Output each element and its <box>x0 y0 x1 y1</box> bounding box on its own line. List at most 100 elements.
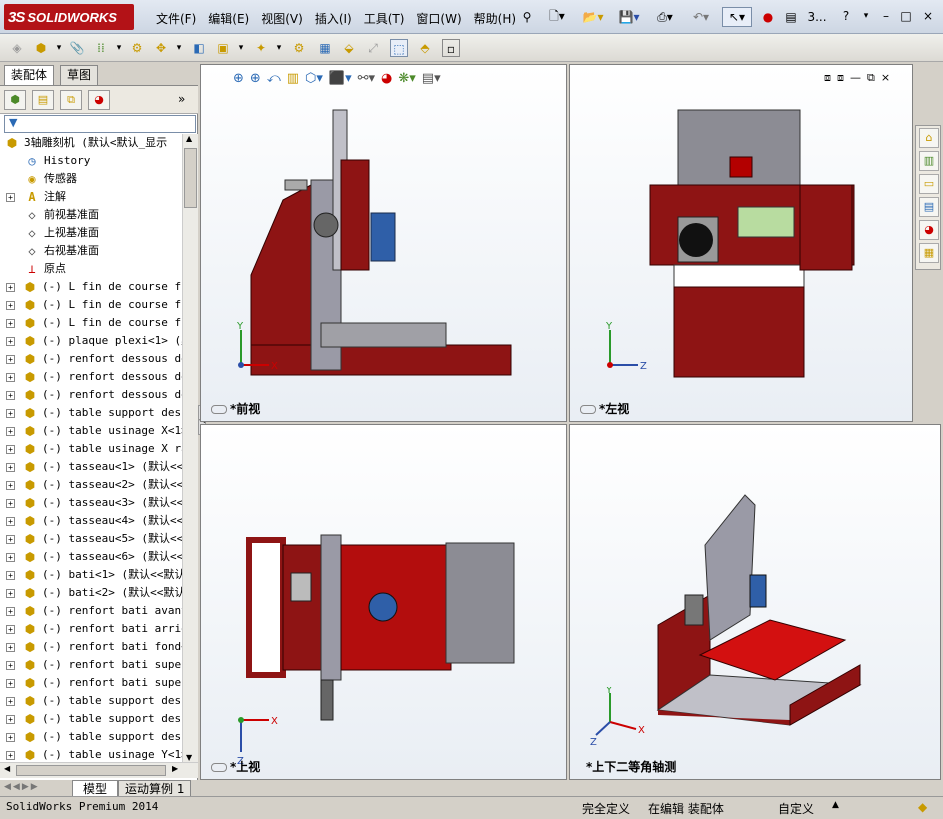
tree-item-component[interactable]: + ⬢ (-) table support des X <box>0 692 182 710</box>
smart-fasteners-icon[interactable]: ⚙ <box>128 39 146 57</box>
tree-item-component[interactable]: + ⬢ (-) L fin de course fix <box>0 278 182 296</box>
scrollbar-thumb[interactable] <box>184 148 197 208</box>
quick-tips-icon[interactable]: ◆ <box>918 800 927 814</box>
dropdown-arrow-icon[interactable]: ▾ <box>170 39 188 57</box>
menu-help[interactable]: 帮助(H) <box>468 8 522 29</box>
expand-plus-icon[interactable]: + <box>6 553 15 562</box>
tree-item-history[interactable]: ◷ History <box>0 152 182 170</box>
expand-plus-icon[interactable]: + <box>6 517 15 526</box>
tree-item-sensors[interactable]: ◉ 传感器 <box>0 170 182 188</box>
expand-plus-icon[interactable]: + <box>6 679 15 688</box>
assembly-features-icon[interactable]: ▣ <box>214 39 232 57</box>
tree-item-top-plane[interactable]: ◇ 上视基准面 <box>0 224 182 242</box>
expand-plus-icon[interactable]: + <box>6 463 15 472</box>
assembly-component-icon[interactable]: ◈ <box>8 39 26 57</box>
dropdown-arrow-icon[interactable]: ▾ <box>50 39 68 57</box>
tree-item-component[interactable]: + ⬢ (-) table support des X <box>0 710 182 728</box>
expand-plus-icon[interactable]: + <box>6 355 15 364</box>
reference-geometry-icon[interactable]: ✦ <box>252 39 270 57</box>
expand-plus-icon[interactable]: + <box>6 427 15 436</box>
solidworks-logo[interactable]: 3S SOLIDWORKS <box>4 4 134 30</box>
property-manager-icon[interactable]: ▤ <box>32 90 54 110</box>
expand-plus-icon[interactable]: + <box>6 391 15 400</box>
expand-plus-icon[interactable]: + <box>6 751 15 760</box>
tree-item-component[interactable]: + ⬢ (-) renfort bati arrier <box>0 620 182 638</box>
units-selector[interactable]: 自定义 <box>778 800 814 817</box>
link-views-icon[interactable] <box>211 405 227 414</box>
tree-item-component[interactable]: + ⬢ (-) L fin de course fix <box>0 314 182 332</box>
edit-appearance-icon[interactable]: ◕ <box>381 71 392 86</box>
new-document-icon[interactable]: 🗋▾ <box>542 7 572 27</box>
move-component-icon[interactable]: ✥ <box>152 39 170 57</box>
select-cursor-icon[interactable]: ↖▾ <box>722 7 752 27</box>
expand-plus-icon[interactable]: + <box>6 625 15 634</box>
feature-manager-tree-icon[interactable]: ⬢ <box>4 90 26 110</box>
tree-horizontal-scrollbar[interactable]: ◀ ▶ <box>0 762 198 778</box>
tree-item-component[interactable]: + ⬢ (-) tasseau<4> (默认<<默 <box>0 512 182 530</box>
view-orientation-icon[interactable]: ⬡▾ <box>305 71 323 86</box>
instant-3d-icon[interactable]: ⬘ <box>416 39 434 57</box>
viewport-top[interactable]: X Z *上视 <box>200 424 567 780</box>
expand-plus-icon[interactable]: + <box>6 697 15 706</box>
view-palette-icon[interactable]: ▤ <box>919 197 939 217</box>
dropdown-arrow-icon[interactable]: ▾ <box>232 39 250 57</box>
expand-plus-icon[interactable]: + <box>6 409 15 418</box>
viewport-restore-icon[interactable]: ⧈ <box>824 71 831 85</box>
expand-plus-icon[interactable]: + <box>6 445 15 454</box>
display-manager-icon[interactable]: ◕ <box>88 90 110 110</box>
undo-icon[interactable]: ↶▾ <box>686 7 716 27</box>
hscroll-thumb[interactable] <box>16 765 166 776</box>
viewport-minimize-icon[interactable]: — <box>850 71 861 85</box>
tree-item-component[interactable]: + ⬢ (-) bati<1> (默认<<默认 <box>0 566 182 584</box>
tree-item-origin[interactable]: ⊥ 原点 <box>0 260 182 278</box>
snapshot-icon[interactable]: ▫ <box>442 39 460 57</box>
explode-line-sketch-icon[interactable]: ⤢ <box>364 39 382 57</box>
tab-sketch[interactable]: 草图 <box>60 65 99 85</box>
interference-detection-icon[interactable]: ⬚ <box>390 39 408 57</box>
expand-plus-icon[interactable]: + <box>6 661 15 670</box>
help-button[interactable]: ? <box>836 8 856 24</box>
tree-item-right-plane[interactable]: ◇ 右视基准面 <box>0 242 182 260</box>
tree-item-component[interactable]: + ⬢ (-) renfort bati fond<1 <box>0 638 182 656</box>
expand-plus-icon[interactable]: + <box>6 481 15 490</box>
custom-properties-icon[interactable]: ▦ <box>919 243 939 263</box>
expand-plus-icon[interactable]: + <box>6 589 15 598</box>
new-motion-study-icon[interactable]: ⚙ <box>290 39 308 57</box>
tree-item-component[interactable]: + ⬢ (-) table support des X <box>0 728 182 746</box>
tab-assembly[interactable]: 装配体 <box>4 65 55 85</box>
tree-item-component[interactable]: + ⬢ (-) tasseau<3> (默认<<默 <box>0 494 182 512</box>
tree-item-component[interactable]: + ⬢ (-) table usinage X raj <box>0 440 182 458</box>
menu-edit[interactable]: 编辑(E) <box>202 8 255 29</box>
tree-item-annotations[interactable]: + A 注解 <box>0 188 182 206</box>
minimize-button[interactable]: – <box>876 8 896 24</box>
section-view-icon[interactable]: ▥ <box>287 71 299 86</box>
exploded-view-icon[interactable]: ⬙ <box>340 39 358 57</box>
filter-input[interactable]: ▼ <box>4 115 196 133</box>
pin-icon[interactable]: ⚲ <box>518 7 536 27</box>
tree-item-component[interactable]: + ⬢ (-) table usinage X<1> <box>0 422 182 440</box>
tree-item-component[interactable]: + ⬢ (-) tasseau<1> (默认<<默 <box>0 458 182 476</box>
expand-plus-icon[interactable]: + <box>6 715 15 724</box>
open-folder-icon[interactable]: 📂▾ <box>578 7 608 27</box>
zoom-to-fit-icon[interactable]: ⊕ <box>233 71 244 86</box>
expand-plus-icon[interactable]: + <box>6 607 15 616</box>
tree-item-component[interactable]: + ⬢ (-) bati<2> (默认<<默认 <box>0 584 182 602</box>
expand-plus-icon[interactable]: + <box>6 193 15 202</box>
tree-item-component[interactable]: + ⬢ (-) tasseau<2> (默认<<默 <box>0 476 182 494</box>
scroll-right-arrow-icon[interactable]: ▶ <box>172 764 178 773</box>
hide-show-items-icon[interactable]: ⚯▾ <box>358 71 375 86</box>
appearances-icon[interactable]: ◕ <box>919 220 939 240</box>
design-library-icon[interactable]: ▥ <box>919 151 939 171</box>
previous-view-icon[interactable]: ⤺ <box>267 71 281 86</box>
tree-item-component[interactable]: + ⬢ (-) table support des Y <box>0 404 182 422</box>
rebuild-traffic-light-icon[interactable]: ● <box>760 7 776 27</box>
expand-plus-icon[interactable]: + <box>6 499 15 508</box>
configuration-manager-icon[interactable]: ⧉ <box>60 90 82 110</box>
tree-item-component[interactable]: + ⬢ (-) renfort bati superi <box>0 674 182 692</box>
dropdown-arrow-icon[interactable]: ▾ <box>110 39 128 57</box>
expand-plus-icon[interactable]: + <box>6 337 15 346</box>
viewport-close-icon[interactable]: × <box>881 71 890 85</box>
expand-plus-icon[interactable]: + <box>6 301 15 310</box>
tree-item-component[interactable]: + ⬢ (-) renfort bati avant< <box>0 602 182 620</box>
view-settings-icon[interactable]: ▤▾ <box>422 71 441 86</box>
